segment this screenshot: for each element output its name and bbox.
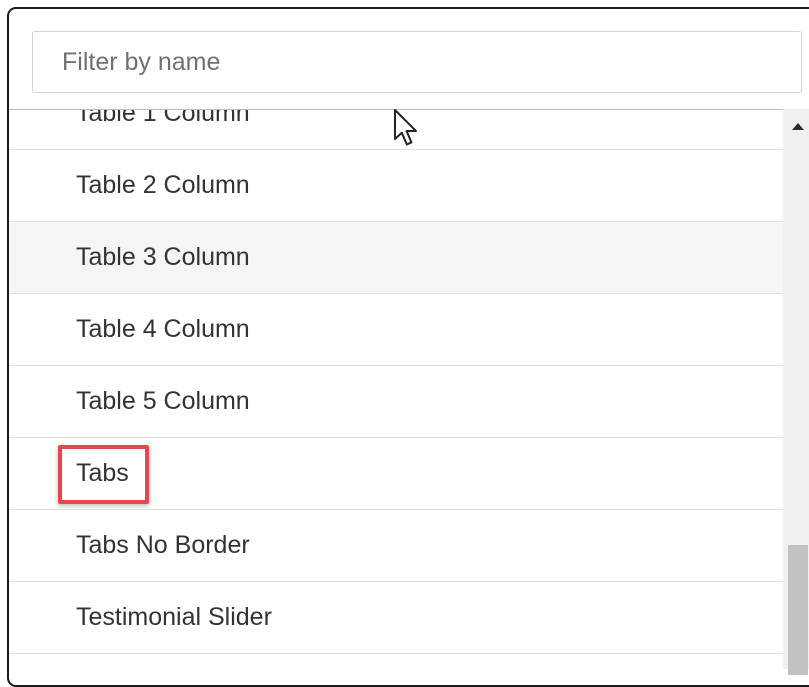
list-item-label: Tabs No Border xyxy=(76,531,250,559)
scroll-up-button[interactable] xyxy=(783,109,809,143)
mouse-pointer-icon xyxy=(394,109,417,146)
list-item-label: Table 5 Column xyxy=(76,387,250,415)
vertical-scrollbar[interactable] xyxy=(783,109,809,675)
list-item-label: Table 4 Column xyxy=(76,315,250,343)
list-item-label: Table 1 Column xyxy=(76,109,250,127)
list-item-label: Table 3 Column xyxy=(76,243,250,271)
block-list: Table 1 Column Table 2 Column Table 3 Co… xyxy=(9,109,783,654)
list-item-table-5-column[interactable]: Table 5 Column xyxy=(9,366,783,438)
block-list-viewport[interactable]: Table 1 Column Table 2 Column Table 3 Co… xyxy=(9,109,783,670)
list-item-table-4-column[interactable]: Table 4 Column xyxy=(9,294,783,366)
list-item-tabs-no-border[interactable]: Tabs No Border xyxy=(9,510,783,582)
list-item-label: Tabs xyxy=(58,445,149,504)
filter-input[interactable] xyxy=(32,31,802,93)
list-item-table-2-column[interactable]: Table 2 Column xyxy=(9,150,783,222)
triangle-up-icon xyxy=(792,123,804,130)
list-item-tabs[interactable]: Tabs xyxy=(9,438,783,510)
list-item-label: Testimonial Slider xyxy=(76,603,272,631)
list-item-table-3-column[interactable]: Table 3 Column xyxy=(9,222,783,294)
list-item-label: Table 2 Column xyxy=(76,171,250,199)
list-item-testimonial-slider[interactable]: Testimonial Slider xyxy=(9,582,783,654)
